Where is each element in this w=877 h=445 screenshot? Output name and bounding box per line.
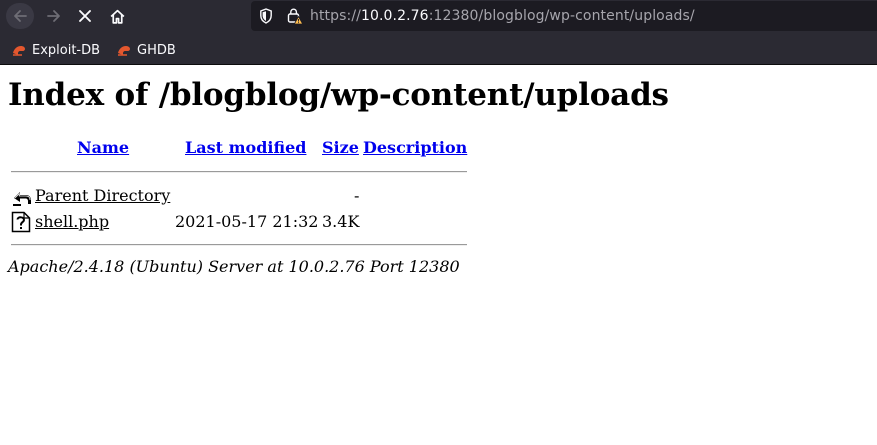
ghdb-icon (118, 46, 130, 56)
url-path: :12380/blogblog/wp-content/uploads/ (428, 8, 695, 24)
column-header-size[interactable]: Size (322, 138, 359, 158)
bookmark-label: GHDB (137, 42, 176, 58)
insecure-lock-icon[interactable] (287, 7, 304, 29)
file-modified: 2021-05-17 21:32 (175, 212, 319, 231)
page-content: Index of /blogblog/wp-content/uploads Na… (0, 65, 877, 445)
home-button[interactable] (103, 3, 131, 29)
file-size: 3.4K (322, 212, 360, 231)
arrow-left-icon (14, 10, 27, 22)
shield-icon[interactable] (259, 8, 273, 28)
url-host: 10.0.2.76 (360, 8, 429, 24)
arrow-right-icon (47, 10, 60, 22)
bookmark-ghdb[interactable]: GHDB (117, 41, 176, 59)
exploit-db-icon (13, 46, 25, 56)
stop-button[interactable] (71, 3, 99, 29)
close-icon (79, 10, 91, 22)
home-icon (110, 9, 124, 24)
footer-divider (11, 244, 467, 246)
server-signature: Apache/2.4.18 (Ubuntu) Server at 10.0.2.… (8, 257, 460, 276)
address-bar[interactable]: https://10.0.2.76:12380/blogblog/wp-cont… (251, 1, 877, 31)
bookmark-exploit-db[interactable]: Exploit-DB (12, 41, 100, 59)
forward-button[interactable] (40, 3, 68, 29)
header-divider (11, 171, 467, 173)
bookmark-label: Exploit-DB (32, 42, 101, 58)
browser-toolbar: https://10.0.2.76:12380/blogblog/wp-cont… (0, 0, 877, 33)
unknown-file-icon (11, 211, 31, 237)
table-row: Parent Directory - (0, 185, 480, 207)
column-header-name[interactable]: Name (77, 138, 129, 158)
file-size: - (354, 186, 360, 205)
column-header-description[interactable]: Description (363, 138, 467, 158)
table-row: shell.php 2021-05-17 21:32 3.4K (0, 211, 480, 233)
url-scheme: https:// (310, 8, 361, 24)
url-text[interactable]: https://10.0.2.76:12380/blogblog/wp-cont… (310, 7, 695, 25)
back-arrow-icon (11, 185, 33, 211)
column-header-last-modified[interactable]: Last modified (185, 138, 306, 158)
bookmarks-toolbar: Exploit-DB GHDB (0, 33, 877, 65)
file-link[interactable]: shell.php (35, 212, 109, 232)
page-title: Index of /blogblog/wp-content/uploads (8, 77, 669, 113)
file-link[interactable]: Parent Directory (35, 186, 170, 206)
back-button[interactable] (6, 3, 34, 29)
